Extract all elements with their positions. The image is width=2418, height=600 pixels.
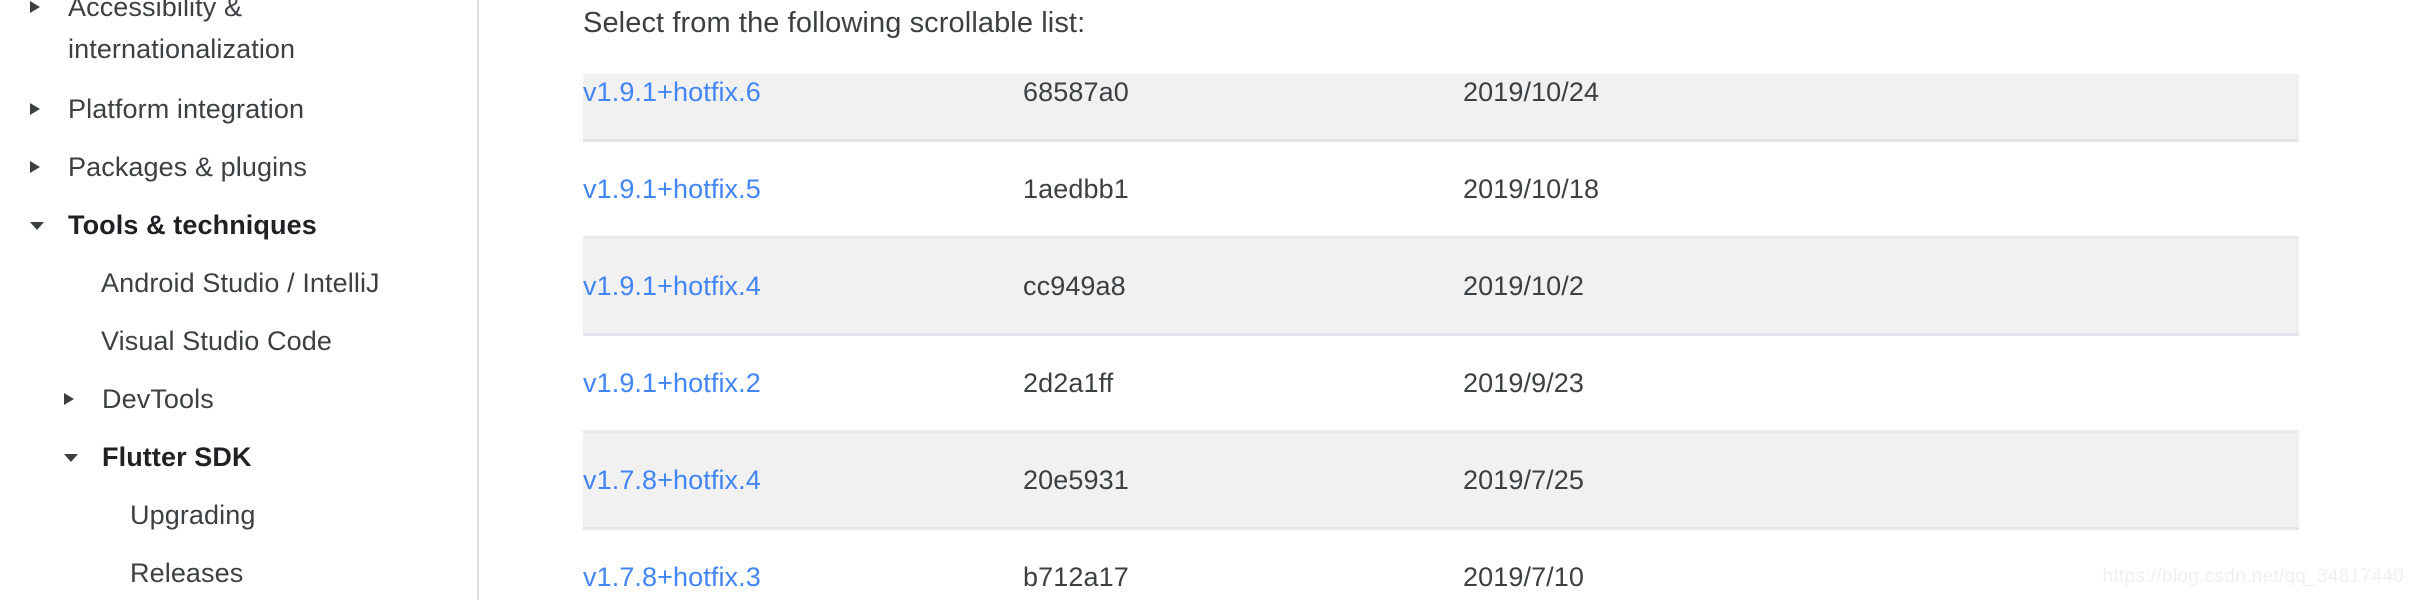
table-cell-version: v1.7.8+hotfix.3 (583, 529, 1023, 600)
main-content: Select from the following scrollable lis… (479, 0, 2418, 600)
sidebar-item-label: Android Studio / IntelliJ (101, 268, 380, 298)
table-cell-date: 2019/7/10 (1463, 562, 1585, 592)
caret-right-icon[interactable] (28, 88, 54, 117)
table-cell-hash: 20e5931 (1023, 430, 1463, 530)
sidebar-item-devtools[interactable]: DevTools (0, 378, 477, 420)
sidebar-navigation: Accessibility & internationalization Pla… (0, 0, 479, 600)
table-cell-hash: 1aedbb1 (1023, 174, 1129, 204)
sidebar-item-label: Accessibility & internationalization (68, 0, 296, 64)
table-cell-spacer (1943, 74, 2299, 142)
caret-right-icon[interactable] (62, 378, 88, 407)
table-cell-spacer (1943, 141, 2299, 238)
table-cell-hash: b712a17 (1023, 562, 1129, 592)
sidebar-item-flutter-sdk[interactable]: Flutter SDK (0, 436, 477, 478)
table-cell-spacer (1943, 430, 2299, 530)
table-cell-date: 2019/9/23 (1463, 368, 1585, 398)
release-version-link[interactable]: v1.9.1+hotfix.5 (583, 174, 761, 204)
table-cell-version: v1.9.1+hotfix.6 (583, 74, 1023, 142)
releases-table: v1.9.1+hotfix.6 68587a0 2019/10/24 v1.9.… (583, 74, 2299, 600)
sidebar-nav-list: Accessibility & internationalization Pla… (0, 0, 477, 594)
table-row[interactable]: v1.9.1+hotfix.6 68587a0 2019/10/24 (583, 74, 2299, 142)
table-cell-spacer (1943, 529, 2299, 600)
releases-scroll-container[interactable]: v1.9.1+hotfix.6 68587a0 2019/10/24 v1.9.… (583, 74, 2299, 600)
table-cell-date: 2019/10/2 (1463, 236, 1943, 336)
release-version-link[interactable]: v1.7.8+hotfix.4 (583, 465, 761, 495)
table-cell-version: v1.9.1+hotfix.2 (583, 335, 1023, 432)
caret-right-icon[interactable] (28, 146, 54, 175)
sidebar-item-label: Tools & techniques (68, 210, 317, 240)
sidebar-item-platform-integration[interactable]: Platform integration (0, 88, 477, 130)
sidebar-item-label: Flutter SDK (102, 442, 252, 472)
releases-table-body: v1.9.1+hotfix.6 68587a0 2019/10/24 v1.9.… (583, 74, 2299, 600)
release-version-link[interactable]: v1.7.8+hotfix.3 (583, 562, 761, 592)
caret-down-icon[interactable] (28, 204, 54, 233)
table-cell-version: v1.9.1+hotfix.4 (583, 236, 1023, 336)
table-cell-date: 2019/7/25 (1463, 430, 1943, 530)
table-row[interactable]: v1.9.1+hotfix.5 1aedbb1 2019/10/18 (583, 141, 2299, 238)
sidebar-item-label: Visual Studio Code (101, 326, 332, 356)
table-row[interactable]: v1.9.1+hotfix.2 2d2a1ff 2019/9/23 (583, 335, 2299, 432)
caret-down-icon[interactable] (62, 436, 88, 465)
table-cell-date: 2019/10/24 (1463, 74, 1943, 142)
table-cell-hash: 68587a0 (1023, 74, 1463, 142)
sidebar-item-packages-plugins[interactable]: Packages & plugins (0, 146, 477, 188)
sidebar-item-releases[interactable]: Releases (0, 552, 477, 594)
sidebar-item-visual-studio-code[interactable]: Visual Studio Code (0, 320, 477, 362)
sidebar-item-label: Upgrading (130, 500, 256, 530)
sidebar-item-label: DevTools (102, 384, 214, 414)
sidebar-item-accessibility-internationalization[interactable]: Accessibility & internationalization (0, 0, 420, 70)
table-cell-version: v1.7.8+hotfix.4 (583, 430, 1023, 530)
release-version-link[interactable]: v1.9.1+hotfix.6 (583, 77, 761, 107)
table-cell-date: 2019/10/18 (1463, 174, 1600, 204)
intro-text: Select from the following scrollable lis… (583, 7, 1086, 39)
table-cell-spacer (1943, 335, 2299, 432)
table-cell-spacer (1943, 236, 2299, 336)
sidebar-item-android-studio-intellij[interactable]: Android Studio / IntelliJ (0, 262, 477, 304)
release-version-link[interactable]: v1.9.1+hotfix.2 (583, 368, 761, 398)
table-cell-hash: cc949a8 (1023, 236, 1463, 336)
table-cell-version: v1.9.1+hotfix.5 (583, 141, 1023, 238)
sidebar-item-label: Releases (130, 558, 244, 588)
sidebar-item-label: Packages & plugins (68, 152, 307, 182)
release-version-link[interactable]: v1.9.1+hotfix.4 (583, 271, 761, 301)
sidebar-item-label: Platform integration (68, 94, 305, 124)
table-row[interactable]: v1.7.8+hotfix.3 b712a17 2019/7/10 (583, 529, 2299, 600)
table-cell-hash: 2d2a1ff (1023, 368, 1114, 398)
caret-right-icon[interactable] (28, 0, 54, 15)
sidebar-item-upgrading[interactable]: Upgrading (0, 494, 477, 536)
table-row[interactable]: v1.7.8+hotfix.4 20e5931 2019/7/25 (583, 430, 2299, 530)
sidebar-item-tools-techniques[interactable]: Tools & techniques (0, 204, 477, 246)
table-row[interactable]: v1.9.1+hotfix.4 cc949a8 2019/10/2 (583, 236, 2299, 336)
page-root: Accessibility & internationalization Pla… (0, 0, 2418, 600)
